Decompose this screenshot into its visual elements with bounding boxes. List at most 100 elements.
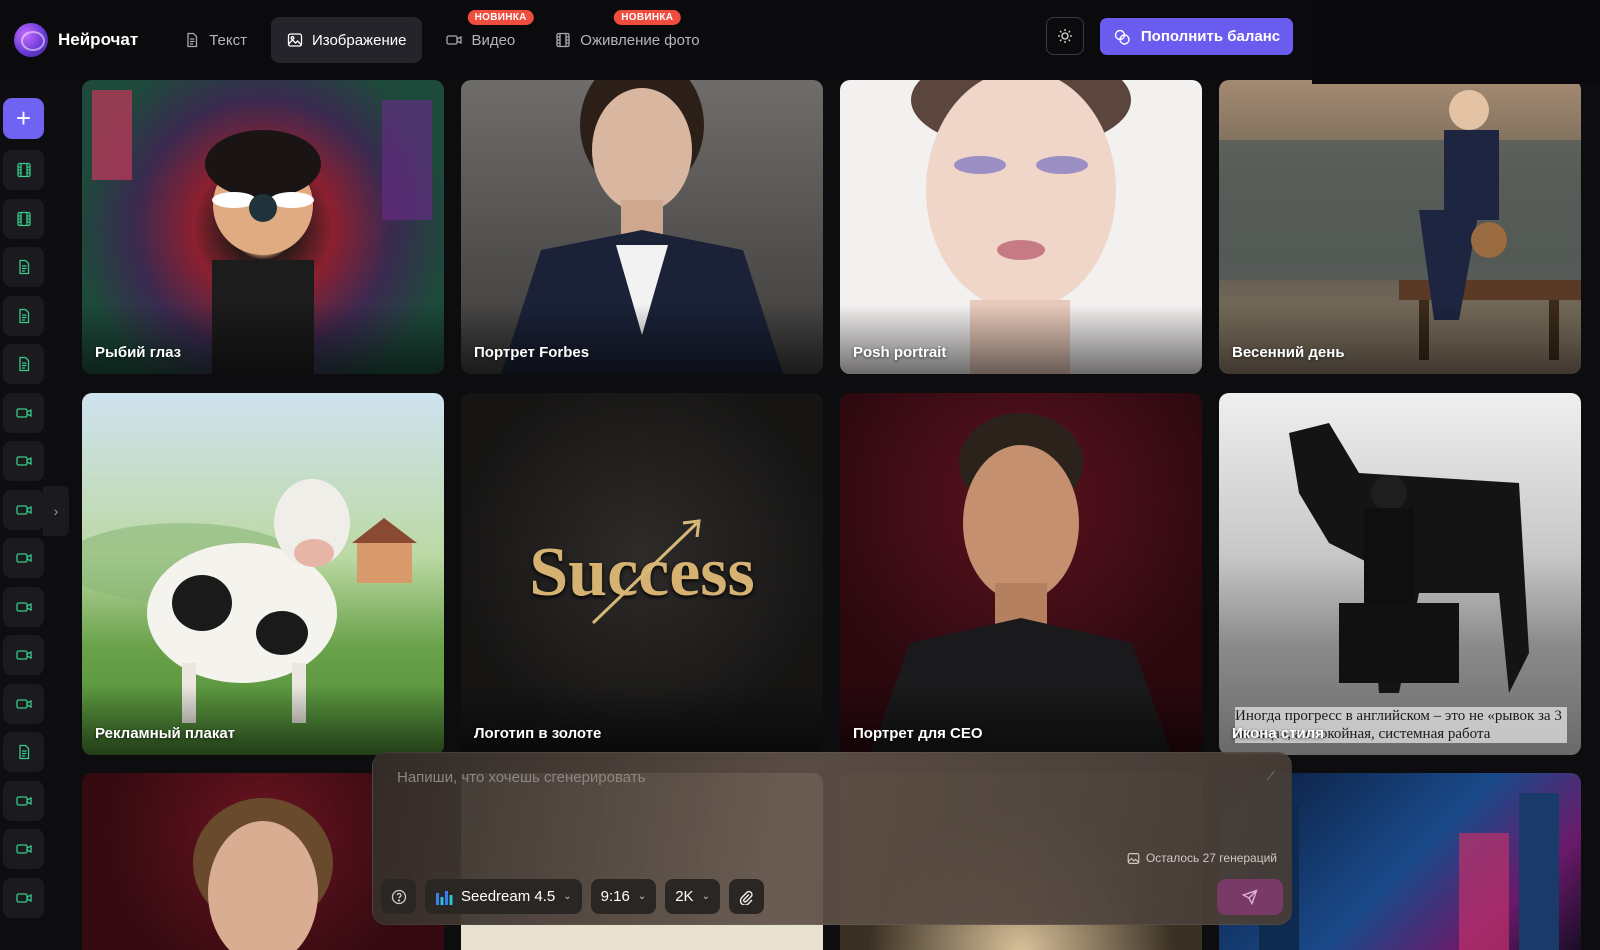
sidebar-history-item[interactable] <box>3 344 44 384</box>
template-card[interactable]: Портрет для CEO <box>840 393 1202 755</box>
quality-label: 2K <box>675 888 694 905</box>
video-icon <box>15 407 32 418</box>
template-card[interactable]: Posh portrait <box>840 80 1202 374</box>
caption-shade <box>461 304 823 374</box>
caption-shade <box>1219 304 1581 374</box>
template-card[interactable]: Рекламный плакат <box>82 393 444 755</box>
document-icon <box>18 356 29 372</box>
theme-toggle-button[interactable] <box>1046 17 1084 55</box>
video-icon <box>15 456 32 466</box>
template-card[interactable]: Портрет Forbes <box>461 80 823 374</box>
remaining-label: Осталось 27 генераций <box>1145 851 1277 865</box>
sidebar-history-item[interactable] <box>3 247 44 287</box>
new-badge: НОВИНКА <box>614 10 681 25</box>
caption-shade <box>82 304 444 374</box>
film-icon <box>556 32 570 48</box>
document-icon <box>18 308 29 323</box>
sidebar-history-item[interactable] <box>3 635 44 675</box>
caption-shade <box>82 685 444 755</box>
model-select[interactable]: Seedream 4.5 ⌄ <box>425 879 582 914</box>
card-caption: Рыбий глаз <box>95 344 182 361</box>
app-logo[interactable]: Нейрочат <box>14 23 138 57</box>
sidebar-history-item[interactable] <box>3 877 44 918</box>
card-caption: Posh portrait <box>853 344 947 361</box>
video-icon <box>15 504 32 515</box>
attach-button[interactable] <box>728 879 764 914</box>
tab-label: Текст <box>209 31 247 49</box>
aspect-ratio-select[interactable]: 9:16 ⌄ <box>590 879 657 914</box>
new-chat-button[interactable]: + <box>3 98 44 139</box>
coins-icon <box>1114 29 1130 45</box>
video-icon <box>15 601 32 612</box>
document-icon <box>187 32 198 48</box>
video-icon <box>446 35 463 45</box>
sidebar-history-item[interactable] <box>3 829 44 869</box>
sun-icon <box>1058 29 1072 43</box>
video-icon <box>15 795 32 806</box>
sidebar-history-item[interactable] <box>3 732 44 772</box>
sidebar-history-item[interactable] <box>3 150 44 190</box>
video-icon <box>15 650 32 660</box>
document-icon <box>18 744 29 760</box>
sidebar-history-item[interactable] <box>3 489 44 530</box>
remaining-generations: Осталось 27 генераций <box>1127 851 1277 865</box>
ratio-label: 9:16 <box>600 888 630 905</box>
sidebar-history-item[interactable] <box>3 441 44 481</box>
tab-label: Видео <box>471 31 516 49</box>
template-card[interactable]: Success Логотип в золоте <box>461 393 823 755</box>
image-icon <box>1127 852 1140 864</box>
sidebar-history-item[interactable] <box>3 586 44 627</box>
brain-logo-icon <box>14 23 48 57</box>
top-bar: Нейрочат Текст Изображение НОВИНКА Видео… <box>0 0 1312 80</box>
video-icon <box>15 553 32 563</box>
video-icon <box>15 844 32 854</box>
prompt-input[interactable] <box>397 769 1237 809</box>
new-badge: НОВИНКА <box>467 10 534 25</box>
document-icon <box>18 259 29 275</box>
template-card[interactable]: Иногда прогресс в английском – это не «р… <box>1219 393 1581 755</box>
resize-handle-icon[interactable]: ⟋ <box>1267 769 1275 784</box>
chevron-down-icon: ⌄ <box>563 891 572 902</box>
template-card[interactable]: Рыбий глаз <box>82 80 444 374</box>
mode-tabs: Текст Изображение НОВИНКА Видео НОВИНКА … <box>168 10 715 63</box>
sidebar-history-item[interactable] <box>3 295 44 336</box>
card-caption: Весенний день <box>1232 344 1345 361</box>
prompt-composer: ⟋ Осталось 27 генераций Seedream 4.5 ⌄ 9… <box>372 752 1292 925</box>
tab-image[interactable]: Изображение <box>270 17 423 63</box>
top-up-label: Пополнить баланс <box>1140 28 1281 45</box>
image-icon <box>287 33 303 47</box>
question-icon <box>391 889 406 904</box>
header-right-area <box>1312 0 1600 84</box>
tab-label: Изображение <box>311 31 407 49</box>
chevron-right-icon: › <box>53 503 59 519</box>
quality-select[interactable]: 2K ⌄ <box>665 879 720 914</box>
caption-shade <box>461 685 823 755</box>
card-caption: Логотип в золоте <box>474 725 602 742</box>
plus-icon: + <box>15 103 32 133</box>
top-up-balance-button[interactable]: Пополнить баланс <box>1100 18 1293 55</box>
card-caption: Портрет Forbes <box>474 344 590 361</box>
template-card[interactable]: Весенний день <box>1219 80 1581 374</box>
sidebar-history-item[interactable] <box>3 392 44 433</box>
tab-photo-animation[interactable]: НОВИНКА Оживление фото <box>539 10 715 63</box>
tab-video[interactable]: НОВИНКА Видео <box>430 10 534 63</box>
help-button[interactable] <box>381 879 416 914</box>
model-label: Seedream 4.5 <box>461 888 556 905</box>
chevron-down-icon: ⌄ <box>701 891 710 902</box>
sidebar-history-item[interactable] <box>3 538 44 578</box>
caption-shade <box>840 685 1202 755</box>
style-icon-image <box>1289 423 1529 693</box>
video-icon <box>15 698 32 709</box>
film-icon <box>16 211 31 226</box>
composer-controls: Seedream 4.5 ⌄ 9:16 ⌄ 2K ⌄ <box>381 879 764 914</box>
app-name: Нейрочат <box>58 30 139 49</box>
send-button[interactable] <box>1217 879 1283 915</box>
tab-text[interactable]: Текст <box>168 17 263 63</box>
sidebar-history-item[interactable] <box>3 780 44 821</box>
video-icon <box>15 892 32 903</box>
sidebar-expand-button[interactable]: › <box>43 486 69 536</box>
sidebar-history-item[interactable] <box>3 683 44 724</box>
sidebar-history-item[interactable] <box>3 198 44 239</box>
film-icon <box>16 162 31 178</box>
chevron-down-icon: ⌄ <box>637 891 647 902</box>
